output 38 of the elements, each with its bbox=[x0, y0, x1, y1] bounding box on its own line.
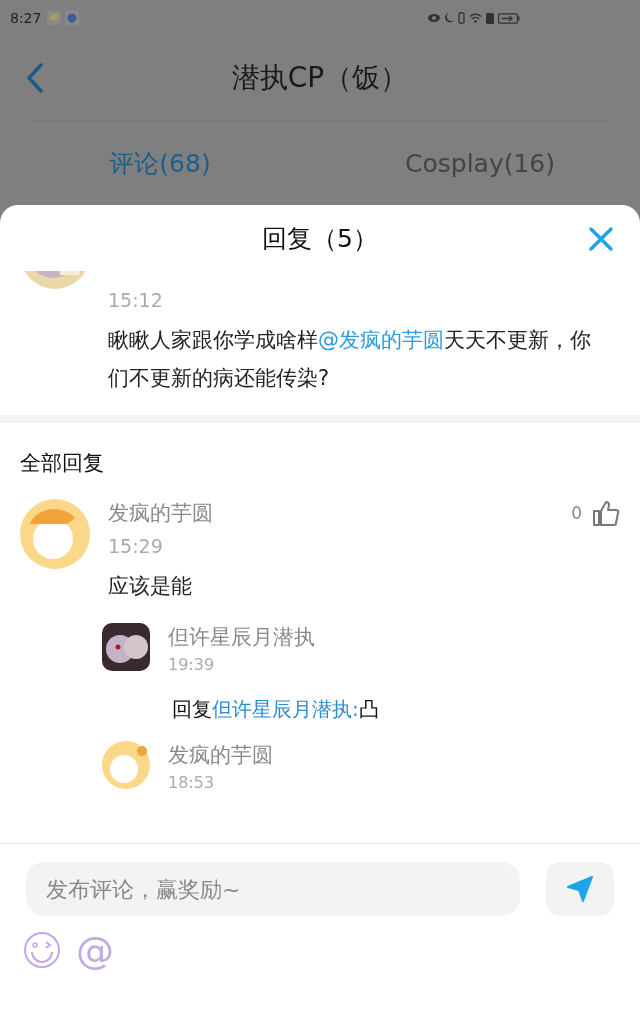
mention-button[interactable]: @ bbox=[76, 930, 114, 970]
moon-icon bbox=[444, 12, 454, 24]
eye-icon bbox=[428, 14, 440, 22]
emoji-icon[interactable] bbox=[22, 930, 62, 970]
sim-icon bbox=[486, 12, 494, 24]
comment-time: 15:12 bbox=[108, 289, 164, 311]
reply-text: 回复但许星辰月潜执:凸 bbox=[172, 696, 380, 723]
close-icon[interactable] bbox=[588, 226, 614, 252]
page-title: 潜执CP（饭） bbox=[231, 60, 409, 96]
send-icon bbox=[566, 875, 594, 903]
comment-text: 瞅瞅人家跟你学成啥样@发疯的芋圆天天不更新，你们不更新的病还能传染? bbox=[108, 327, 592, 392]
author-name: 发疯的芋圆 bbox=[168, 742, 273, 769]
author-name: 发疯的芋圆 bbox=[108, 500, 213, 527]
author-name: 但许星辰月潜执 bbox=[168, 624, 315, 651]
tab[interactable]: 评论(68) bbox=[0, 146, 320, 180]
avatar bbox=[102, 741, 150, 789]
like-count: 0 bbox=[571, 503, 582, 523]
wifi-icon bbox=[469, 13, 482, 23]
battery-icon bbox=[498, 12, 520, 24]
avatar bbox=[20, 499, 90, 569]
status-time: 8:27 bbox=[10, 10, 42, 26]
notification-icon bbox=[65, 11, 80, 25]
sheet-title: 回复（5） bbox=[262, 222, 378, 255]
reply-time: 19:39 bbox=[168, 655, 216, 674]
avatar bbox=[102, 623, 150, 671]
mention-link[interactable]: @发疯的芋圆 bbox=[318, 328, 444, 352]
back-icon[interactable] bbox=[26, 63, 44, 93]
thumbs-up-icon[interactable] bbox=[592, 499, 620, 527]
section-title: 全部回复 bbox=[19, 450, 105, 477]
send-button[interactable] bbox=[546, 862, 614, 916]
reply-text: 应该是能 bbox=[108, 573, 193, 600]
vibrate-icon bbox=[458, 12, 465, 24]
tab[interactable]: Cosplay(16) bbox=[320, 148, 640, 178]
reply-time: 15:29 bbox=[108, 535, 164, 557]
mention-link[interactable]: 但许星辰月潜执: bbox=[212, 697, 359, 721]
comment-input[interactable]: 发布评论，赢奖励~ bbox=[26, 862, 520, 916]
reply-time: 18:53 bbox=[168, 773, 216, 792]
notification-icon bbox=[47, 11, 62, 25]
